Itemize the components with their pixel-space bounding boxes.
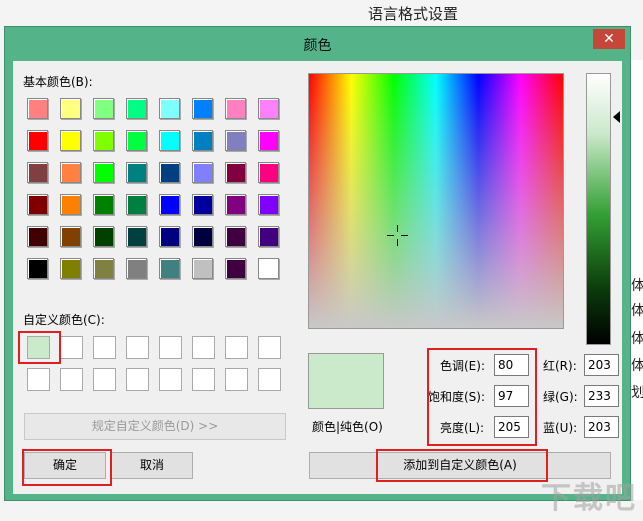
basic-color-swatch[interactable] — [159, 98, 180, 119]
basic-color-swatch[interactable] — [258, 162, 279, 183]
basic-color-swatch[interactable] — [159, 130, 180, 151]
basic-color-swatch[interactable] — [126, 162, 147, 183]
green-label: 绿(G): — [543, 390, 578, 404]
color-dialog: 颜色 ✕ 基本颜色(B): 自定义颜色(C): 规定自定义颜色(D) >> 确定… — [4, 26, 631, 501]
basic-color-swatch[interactable] — [225, 162, 246, 183]
color-spectrum[interactable] — [308, 73, 564, 329]
basic-color-swatch[interactable] — [258, 226, 279, 247]
custom-color-swatch[interactable] — [159, 336, 182, 359]
basic-color-swatch[interactable] — [126, 258, 147, 279]
custom-color-swatch[interactable] — [225, 368, 248, 391]
basic-color-swatch[interactable] — [258, 258, 279, 279]
color-preview — [308, 353, 384, 409]
basic-color-swatch[interactable] — [159, 258, 180, 279]
basic-color-swatch[interactable] — [258, 130, 279, 151]
blue-label: 蓝(U): — [543, 421, 578, 435]
background-window-title: 语言格式设置 — [368, 5, 459, 23]
basic-color-swatch[interactable] — [93, 194, 114, 215]
custom-color-swatch[interactable] — [93, 336, 116, 359]
custom-color-swatch[interactable] — [192, 336, 215, 359]
custom-color-swatch[interactable] — [225, 336, 248, 359]
basic-color-swatch[interactable] — [27, 162, 48, 183]
red-label: 红(R): — [543, 359, 577, 373]
dialog-body: 基本颜色(B): 自定义颜色(C): 规定自定义颜色(D) >> 确定 取消 颜… — [13, 61, 622, 494]
side-char: 体 — [631, 331, 643, 347]
luminance-arrow-icon[interactable] — [613, 111, 620, 123]
basic-color-swatch[interactable] — [192, 98, 213, 119]
side-char: 体 — [631, 278, 643, 294]
custom-color-swatch[interactable] — [93, 368, 116, 391]
watermark: 下载吧 — [541, 481, 637, 516]
basic-colors-label: 基本颜色(B): — [23, 75, 93, 89]
basic-color-swatch[interactable] — [225, 130, 246, 151]
custom-colors-label: 自定义颜色(C): — [23, 313, 105, 327]
basic-color-swatch[interactable] — [60, 98, 81, 119]
basic-color-swatch[interactable] — [126, 194, 147, 215]
basic-color-swatch[interactable] — [93, 162, 114, 183]
basic-color-swatch[interactable] — [93, 98, 114, 119]
red-input[interactable]: 203 — [584, 354, 619, 376]
basic-color-swatch[interactable] — [258, 98, 279, 119]
basic-color-swatch[interactable] — [93, 258, 114, 279]
basic-color-swatch[interactable] — [27, 226, 48, 247]
custom-color-swatch[interactable] — [192, 368, 215, 391]
basic-color-swatch[interactable] — [93, 226, 114, 247]
basic-color-swatch[interactable] — [225, 258, 246, 279]
basic-color-swatch[interactable] — [192, 258, 213, 279]
basic-color-swatch[interactable] — [126, 98, 147, 119]
basic-color-swatch[interactable] — [225, 98, 246, 119]
custom-color-swatch[interactable] — [258, 368, 281, 391]
basic-color-swatch[interactable] — [225, 226, 246, 247]
basic-color-swatch[interactable] — [60, 226, 81, 247]
basic-color-swatch[interactable] — [225, 194, 246, 215]
cancel-button[interactable]: 取消 — [111, 452, 193, 479]
basic-color-swatch[interactable] — [159, 226, 180, 247]
side-char: 体 — [631, 358, 643, 374]
basic-color-swatch[interactable] — [192, 162, 213, 183]
basic-color-swatch[interactable] — [93, 130, 114, 151]
green-input[interactable]: 233 — [584, 385, 619, 407]
custom-color-swatch[interactable] — [126, 336, 149, 359]
basic-color-swatch[interactable] — [60, 130, 81, 151]
basic-color-swatch[interactable] — [159, 194, 180, 215]
basic-color-swatch[interactable] — [258, 194, 279, 215]
basic-color-swatch[interactable] — [60, 162, 81, 183]
custom-color-swatch[interactable] — [27, 368, 50, 391]
side-char: 划 — [631, 385, 643, 401]
basic-color-swatch[interactable] — [27, 130, 48, 151]
basic-color-swatch[interactable] — [159, 162, 180, 183]
basic-color-swatch[interactable] — [60, 194, 81, 215]
basic-color-swatch[interactable] — [27, 194, 48, 215]
blue-input[interactable]: 203 — [584, 416, 619, 438]
custom-color-swatch[interactable] — [258, 336, 281, 359]
title-bar[interactable]: 颜色 ✕ — [5, 27, 630, 61]
define-custom-colors-button[interactable]: 规定自定义颜色(D) >> — [24, 413, 286, 440]
basic-color-swatch[interactable] — [126, 130, 147, 151]
basic-color-swatch[interactable] — [27, 98, 48, 119]
close-icon[interactable]: ✕ — [593, 29, 625, 49]
side-char: 体 — [631, 303, 643, 319]
highlight-hsl-fields — [427, 348, 537, 446]
basic-color-swatch[interactable] — [192, 194, 213, 215]
highlight-custom-swatch — [18, 331, 61, 364]
dialog-title: 颜色 — [303, 38, 332, 54]
basic-color-swatch[interactable] — [192, 130, 213, 151]
custom-color-swatch[interactable] — [159, 368, 182, 391]
highlight-add-custom-button — [376, 449, 548, 482]
custom-color-swatch[interactable] — [60, 336, 83, 359]
color-solid-label: 颜色|纯色(O) — [312, 420, 383, 434]
custom-color-swatch[interactable] — [126, 368, 149, 391]
crosshair-icon[interactable] — [387, 225, 408, 246]
luminance-slider[interactable] — [586, 73, 611, 345]
basic-color-swatch[interactable] — [60, 258, 81, 279]
custom-color-swatch[interactable] — [60, 368, 83, 391]
basic-color-swatch[interactable] — [27, 258, 48, 279]
highlight-ok-button — [22, 449, 112, 486]
basic-color-swatch[interactable] — [126, 226, 147, 247]
basic-color-swatch[interactable] — [192, 226, 213, 247]
